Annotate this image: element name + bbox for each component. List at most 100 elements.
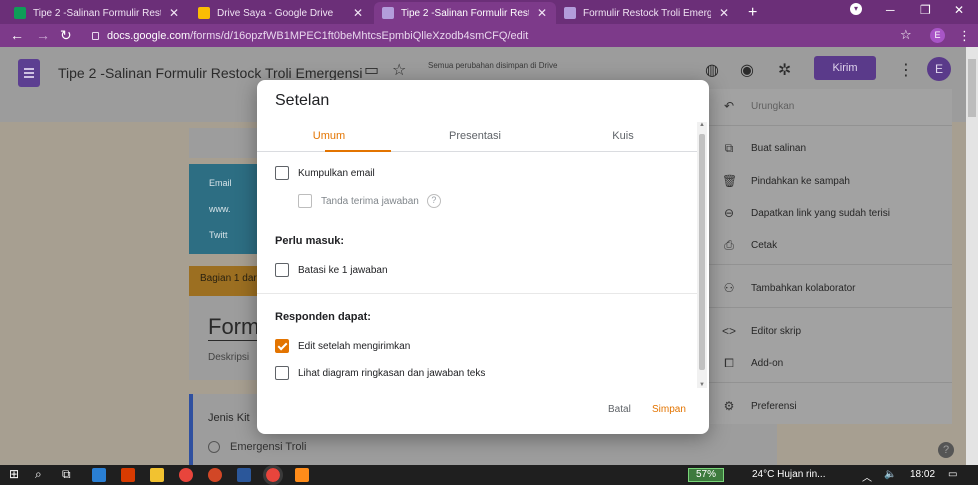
forms-icon xyxy=(382,7,394,19)
drive-icon xyxy=(198,7,210,19)
word-icon[interactable] xyxy=(237,468,251,482)
account-avatar[interactable]: E xyxy=(927,57,951,81)
tray-chevron-icon[interactable]: ︿ xyxy=(862,469,872,484)
checkbox-label: Tanda terima jawaban xyxy=(321,195,419,207)
clock[interactable]: 18:02 xyxy=(910,469,935,480)
people-icon: ⚇ xyxy=(723,281,735,295)
browser-tab[interactable]: Drive Saya - Google Drive ✕ xyxy=(190,2,374,24)
browser-tab[interactable]: Formulir Restock Troli Emergensi ✕ xyxy=(556,2,740,24)
menu-item-addons[interactable]: ⧠ Add-on xyxy=(722,356,783,371)
browser-tab[interactable]: Tipe 2 -Salinan Formulir Restock ✕ xyxy=(6,2,190,24)
notifications-icon[interactable]: ▭ xyxy=(948,469,957,480)
url-path: /forms/d/16opzfWB1MPEC1ft0beMhtcsEpmbiQl… xyxy=(190,29,529,42)
app-icon-orange[interactable] xyxy=(295,468,309,482)
page-scrollbar[interactable] xyxy=(966,47,978,465)
powerpoint-icon[interactable] xyxy=(208,468,222,482)
scroll-down-icon[interactable]: ▼ xyxy=(699,382,705,388)
close-icon[interactable]: ✕ xyxy=(169,6,179,20)
browser-menu-icon[interactable]: ⋮ xyxy=(958,28,971,44)
chrome-active-icon[interactable] xyxy=(263,465,283,485)
restore-icon[interactable]: ❐ xyxy=(920,3,931,17)
close-icon[interactable]: ✕ xyxy=(353,6,363,20)
form-title-card: Form Deskripsi xyxy=(189,296,260,380)
edit-after-submit-checkbox[interactable]: Edit setelah mengirimkan xyxy=(275,339,410,353)
tab-search-icon[interactable]: ▾ xyxy=(850,3,862,15)
checkbox-unchecked-icon xyxy=(275,166,289,180)
battery-indicator[interactable]: 57% xyxy=(688,468,724,482)
profile-avatar[interactable]: E xyxy=(930,28,945,43)
tab-quiz[interactable]: Kuis xyxy=(573,130,673,142)
back-icon[interactable]: ← xyxy=(10,27,24,43)
collect-email-checkbox[interactable]: Kumpulkan email xyxy=(275,166,375,180)
form-title[interactable]: Tipe 2 -Salinan Formulir Restock Troli E… xyxy=(58,65,362,81)
new-tab-button[interactable]: + xyxy=(748,4,757,22)
palette-icon[interactable]: ◍ xyxy=(705,60,719,80)
office-icon[interactable] xyxy=(121,468,135,482)
save-button[interactable]: Simpan xyxy=(652,404,686,415)
limit-one-response-checkbox[interactable]: Batasi ke 1 jawaban xyxy=(275,263,388,277)
file-explorer-icon[interactable] xyxy=(150,468,164,482)
form-title-text: Form xyxy=(208,314,260,341)
checkbox-label: Lihat diagram ringkasan dan jawaban teks xyxy=(298,367,486,379)
more-menu: ↶ Urungkan ⧉ Buat salinan 🗑 Pindahkan ke sa… xyxy=(700,89,952,424)
forward-icon[interactable]: → xyxy=(36,27,50,43)
more-vert-icon[interactable]: ⋮ xyxy=(898,60,914,80)
tab-title: Tipe 2 -Salinan Formulir Restock xyxy=(33,7,161,19)
tab-general[interactable]: Umum xyxy=(279,130,379,142)
save-status: Semua perubahan disimpan di Drive xyxy=(428,61,558,70)
response-receipt-checkbox[interactable]: Tanda terima jawaban ? xyxy=(298,194,441,208)
browser-tab-active[interactable]: Tipe 2 -Salinan Formulir Restock ✕ xyxy=(374,2,556,24)
close-window-icon[interactable]: ✕ xyxy=(954,3,964,17)
preview-eye-icon[interactable]: ◉ xyxy=(740,60,754,80)
cancel-button[interactable]: Batal xyxy=(608,404,631,415)
menu-item-script-editor[interactable]: <> Editor skrip xyxy=(722,324,801,338)
help-question-icon[interactable]: ? xyxy=(426,194,441,208)
url-field[interactable]: docs.google.com/forms/d/16opzfWB1MPEC1ft… xyxy=(84,26,916,45)
address-bar: ← → ↻ docs.google.com/forms/d/16opzfWB1M… xyxy=(0,24,978,47)
bookmark-star-icon[interactable]: ☆ xyxy=(900,27,912,43)
close-icon[interactable]: ✕ xyxy=(719,6,729,20)
menu-item-copy[interactable]: ⧉ Buat salinan xyxy=(722,141,806,156)
star-icon[interactable]: ☆ xyxy=(392,60,406,80)
menu-item-trash[interactable]: 🗑 Pindahkan ke sampah xyxy=(722,174,850,188)
minimize-icon[interactable]: ─ xyxy=(886,3,895,17)
menu-item-prefilled-link[interactable]: ⊖ Dapatkan link yang sudah terisi xyxy=(722,206,890,220)
send-button[interactable]: Kirim xyxy=(814,56,876,80)
checkbox-label: Batasi ke 1 jawaban xyxy=(298,264,388,276)
reload-icon[interactable]: ↻ xyxy=(60,27,72,44)
menu-item-preferences[interactable]: ⚙ Preferensi xyxy=(722,399,797,413)
browser-tab-strip: Tipe 2 -Salinan Formulir Restock ✕ Drive… xyxy=(0,0,978,24)
tab-presentation[interactable]: Presentasi xyxy=(425,130,525,142)
question-title: Jenis Kit xyxy=(208,412,250,424)
app-icon[interactable] xyxy=(92,468,106,482)
form-description: Deskripsi xyxy=(208,352,250,363)
person-settings-icon: ⚙ xyxy=(723,399,735,413)
search-icon[interactable]: ⌕ xyxy=(35,467,42,482)
radio-option: Emergensi Troli xyxy=(208,441,306,453)
help-icon[interactable]: ? xyxy=(938,442,954,458)
scroll-up-icon[interactable]: ▲ xyxy=(699,122,705,128)
menu-item-collaborators[interactable]: ⚇ Tambahkan kolaborator xyxy=(722,281,856,295)
header-email-text: Email xyxy=(209,178,232,188)
forms-logo-icon xyxy=(18,59,40,87)
tab-title: Tipe 2 -Salinan Formulir Restock xyxy=(401,7,529,19)
menu-item-undo[interactable]: ↶ Urungkan xyxy=(722,99,794,113)
close-icon[interactable]: ✕ xyxy=(537,6,547,20)
dialog-scrollbar[interactable]: ▲ ▼ xyxy=(697,122,707,388)
task-view-icon[interactable]: ⧉ xyxy=(62,467,71,482)
dialog-title: Setelan xyxy=(275,92,330,109)
lock-icon xyxy=(92,31,99,40)
weather-widget[interactable]: 24°C Hujan rin... xyxy=(752,469,825,480)
see-summary-checkbox[interactable]: Lihat diagram ringkasan dan jawaban teks xyxy=(275,366,485,380)
chrome-icon[interactable] xyxy=(179,468,193,482)
menu-item-print[interactable]: ⎙ Cetak xyxy=(722,238,777,253)
checkbox-unchecked-icon xyxy=(275,366,289,380)
undo-icon: ↶ xyxy=(723,99,735,113)
checkbox-label: Kumpulkan email xyxy=(298,167,375,179)
windows-start-icon[interactable]: ⊞ xyxy=(9,467,19,481)
folder-icon[interactable]: ▭ xyxy=(364,60,379,80)
tab-title: Formulir Restock Troli Emergensi xyxy=(583,7,711,19)
volume-icon[interactable]: 🔈 xyxy=(884,469,896,480)
tab-title: Drive Saya - Google Drive xyxy=(217,7,334,19)
settings-gear-icon[interactable]: ✲ xyxy=(778,60,791,80)
